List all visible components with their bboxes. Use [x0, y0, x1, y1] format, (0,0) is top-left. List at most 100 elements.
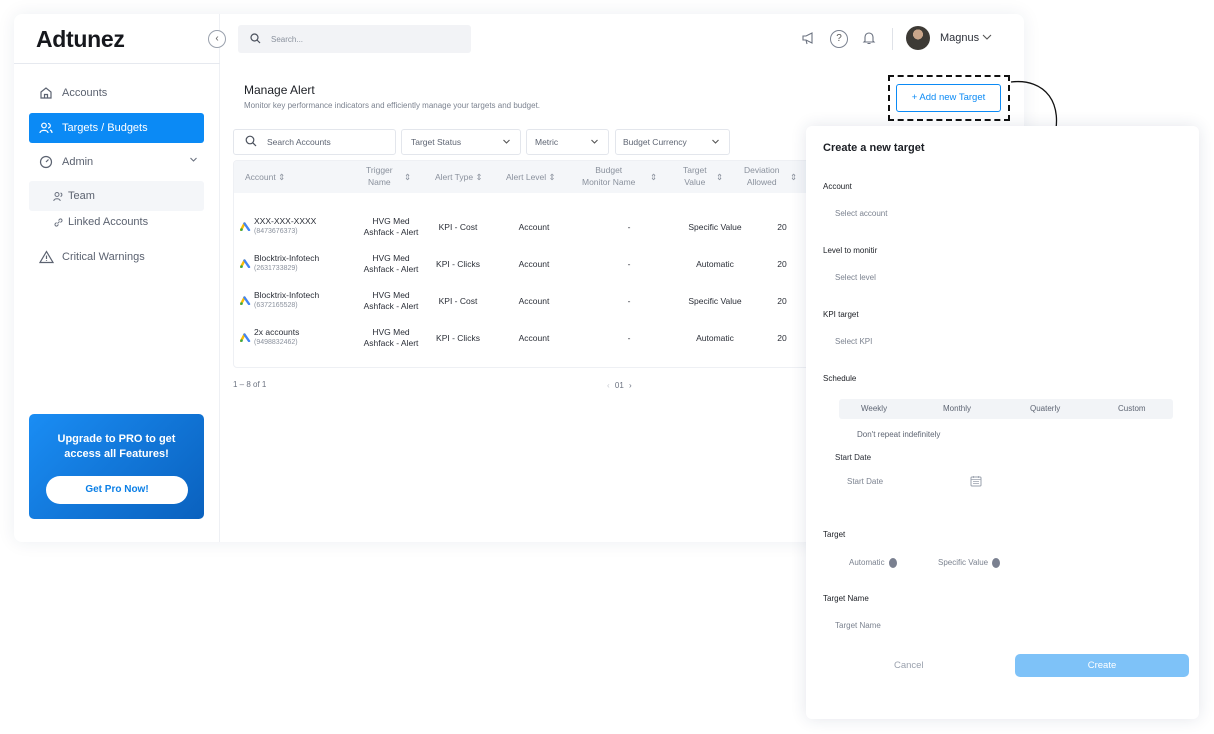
radio-label: Automatic: [849, 558, 885, 568]
add-new-target-button[interactable]: + Add new Target: [896, 84, 1001, 112]
schedule-quaterly-tab[interactable]: Quaterly: [1030, 404, 1060, 413]
schedule-monthly-tab[interactable]: Monthly: [943, 404, 971, 413]
header-label: Allowed: [746, 177, 777, 187]
target-status-select[interactable]: Target Status: [401, 129, 521, 155]
header-label: Alert Level: [506, 172, 547, 182]
create-button[interactable]: Create: [1015, 654, 1189, 677]
sidebar-item-label: Team: [68, 190, 95, 202]
table-header: Account ⇕ Trigger Name ⇕ Alert Type ⇕ Ale…: [234, 161, 812, 193]
table-row[interactable]: 2x accounts (9498832462) HVG Med Ashfack -…: [234, 318, 812, 355]
trigger-name-cell: HVG Med Ashfack - Alert: [351, 290, 431, 312]
account-id: (8473676373): [254, 228, 298, 235]
megaphone-icon[interactable]: [800, 30, 818, 48]
column-header-account[interactable]: Account ⇕: [245, 171, 285, 183]
level-label: Level to monitir: [823, 246, 878, 255]
sidebar-item-linked-accounts[interactable]: Linked Accounts: [29, 207, 204, 237]
header-label: Name: [367, 177, 391, 187]
trigger-name-cell: HVG Med Ashfack - Alert: [351, 216, 431, 238]
chevron-down-icon: [502, 137, 511, 148]
prev-page-icon[interactable]: ‹: [607, 381, 610, 390]
table-row[interactable]: XXX-XXX-XXXX (8473676373) HVG Med Ashfack …: [234, 207, 812, 244]
radio-label: Specific Value: [938, 558, 989, 568]
global-search-input[interactable]: Search...: [238, 25, 471, 53]
upgrade-card: Upgrade to PRO to get access all Feature…: [29, 414, 204, 519]
budget-monitor-cell: -: [627, 296, 631, 306]
link-icon: [52, 214, 64, 230]
budget-monitor-cell: -: [627, 259, 631, 269]
column-header-alert-level[interactable]: Alert Level ⇕: [506, 171, 556, 183]
sidebar-item-accounts[interactable]: Accounts: [29, 78, 204, 108]
collapse-sidebar-icon[interactable]: ‹: [208, 30, 226, 48]
schedule-weekly-tab[interactable]: Weekly: [861, 404, 887, 413]
chevron-down-icon: [982, 34, 992, 40]
target-value-cell: Specific Value: [688, 222, 742, 232]
table-row[interactable]: Blocktrix-Infotech (2631733829) HVG Med As…: [234, 244, 812, 281]
sidebar-item-admin[interactable]: Admin: [29, 147, 204, 177]
calendar-icon[interactable]: [970, 475, 982, 487]
cell-text: Ashfack - Alert: [363, 227, 419, 237]
repeat-option[interactable]: Don't repeat indefinitely: [857, 430, 940, 439]
metric-select[interactable]: Metric: [526, 129, 609, 155]
header-label: Value: [684, 177, 706, 187]
radio-icon: [992, 558, 1001, 568]
sort-icon[interactable]: ⇕: [650, 171, 657, 183]
google-ads-icon: [240, 296, 251, 305]
sidebar-item-targets-budgets[interactable]: Targets / Budgets: [29, 113, 204, 143]
sort-icon[interactable]: ⇕: [404, 171, 411, 183]
schedule-label: Schedule: [823, 374, 857, 383]
account-select[interactable]: Select account: [835, 209, 887, 218]
team-icon: [52, 188, 64, 204]
header-label: Trigger: [366, 165, 393, 175]
target-specific-radio[interactable]: Specific Value: [938, 558, 1001, 568]
sort-icon[interactable]: ⇕: [790, 171, 797, 183]
account-name: XXX-XXX-XXXX: [254, 216, 317, 226]
start-date-label: Start Date: [835, 453, 872, 462]
level-select[interactable]: Select level: [835, 273, 876, 282]
user-menu[interactable]: Magnus: [940, 32, 992, 44]
account-name: Blocktrix-Infotech: [254, 253, 320, 263]
header-label: Target: [683, 165, 707, 175]
bell-icon[interactable]: [860, 30, 878, 48]
create-target-panel: Create a new target Account Select accou…: [806, 126, 1199, 719]
budget-currency-select[interactable]: Budget Currency: [615, 129, 730, 155]
start-date-input[interactable]: Start Date: [847, 477, 883, 486]
header-label: Deviation: [744, 165, 780, 175]
account-cell: XXX-XXX-XXXX (8473676373): [240, 216, 316, 237]
alert-type-cell: KPI - Cost: [438, 296, 478, 306]
account-name: Blocktrix-Infotech: [254, 290, 320, 300]
radio-icon: [888, 558, 897, 568]
chevron-down-icon: [711, 137, 720, 148]
search-accounts-input[interactable]: Search Accounts: [233, 129, 396, 155]
cancel-button[interactable]: Cancel: [894, 660, 924, 671]
header-label: Alert Type: [435, 172, 474, 182]
avatar[interactable]: [906, 26, 930, 50]
pagination: ‹ 01 ›: [607, 381, 632, 390]
column-header-budget-monitor[interactable]: Budget Monitor Name: [582, 164, 635, 188]
table-row[interactable]: Blocktrix-Infotech (6372165528) HVG Med As…: [234, 281, 812, 318]
cell-text: HVG Med: [372, 327, 410, 337]
column-header-target-value[interactable]: Target Value: [683, 164, 707, 188]
page-number[interactable]: 01: [615, 381, 624, 390]
sort-icon[interactable]: ⇕: [716, 171, 723, 183]
schedule-custom-tab[interactable]: Custom: [1118, 404, 1146, 413]
kpi-select[interactable]: Select KPI: [835, 337, 872, 346]
sidebar-item-critical-warnings[interactable]: Critical Warnings: [29, 242, 204, 272]
sidebar-item-label: Accounts: [62, 87, 108, 99]
cell-text: Ashfack - Alert: [363, 301, 419, 311]
next-page-icon[interactable]: ›: [629, 381, 632, 390]
target-name-input[interactable]: Target Name: [835, 621, 881, 630]
deviation-cell: 20: [777, 333, 787, 343]
upgrade-line: access all Features!: [64, 448, 169, 460]
account-label: Account: [823, 182, 852, 191]
column-header-trigger-name[interactable]: Trigger Name: [366, 164, 393, 188]
column-header-deviation[interactable]: Deviation Allowed: [744, 164, 779, 188]
get-pro-button[interactable]: Get Pro Now!: [46, 476, 188, 504]
help-icon[interactable]: ?: [830, 30, 848, 48]
column-header-alert-type[interactable]: Alert Type ⇕: [435, 171, 483, 183]
account-cell: Blocktrix-Infotech (6372165528): [240, 290, 319, 311]
alert-level-cell: Account: [518, 333, 550, 343]
target-automatic-radio[interactable]: Automatic: [849, 558, 897, 568]
cell-text: Ashfack - Alert: [363, 338, 419, 348]
target-label: Target: [823, 530, 846, 539]
account-cell: 2x accounts (9498832462): [240, 327, 299, 348]
